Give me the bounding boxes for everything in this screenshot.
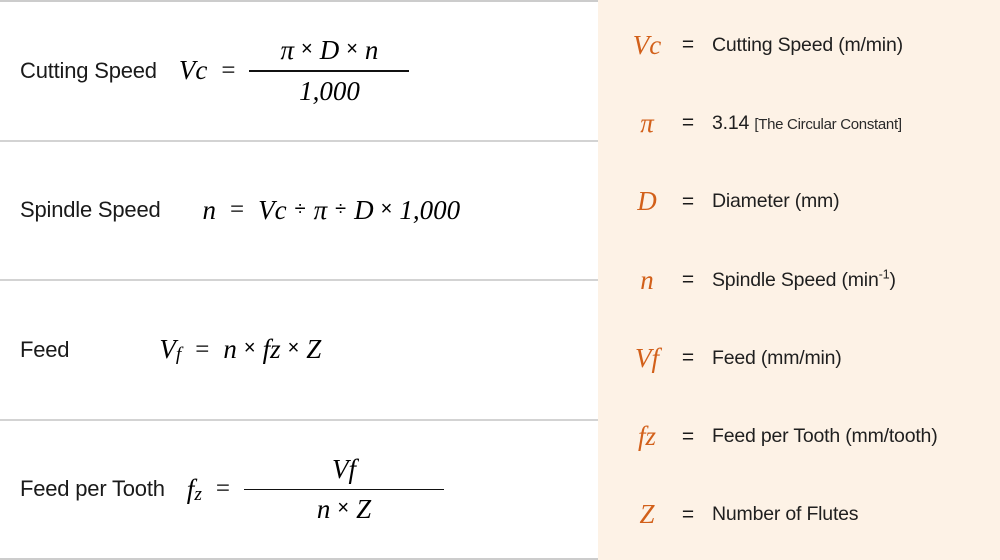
formula-label-feed-per-tooth: Feed per Tooth	[20, 476, 165, 502]
legend-description-post: )	[889, 268, 896, 291]
formula-row-cutting-speed: Cutting Speed Vc = π × D × n 1,000	[0, 2, 598, 140]
token-fz-sub: z	[194, 483, 202, 505]
legend-value: 3.14	[712, 111, 750, 134]
formula-label-spindle-speed: Spindle Speed	[20, 197, 161, 223]
token-flutes: Z	[306, 334, 322, 365]
legend-symbol: Z	[639, 499, 655, 530]
formula-lhs: Vf	[159, 334, 181, 365]
fraction-numerator: π × D × n	[264, 35, 394, 70]
formula-panel: Cutting Speed Vc = π × D × n 1,000 Spind…	[0, 0, 598, 560]
multiply-sign: ×	[380, 197, 393, 220]
legend-description: Feed per Tooth (mm/tooth)	[712, 425, 938, 448]
equals-sign: =	[681, 189, 695, 213]
legend-panel: Vc = Cutting Speed (m/min) π = 3.14 [The…	[598, 0, 1000, 560]
legend-description-pre: Spindle Speed (min	[712, 268, 879, 291]
token-diameter: D	[319, 35, 340, 65]
fraction-denominator: n × Z	[301, 490, 387, 525]
legend-description: Feed (mm/min)	[712, 346, 842, 369]
equals-sign: =	[230, 196, 245, 224]
formula-lhs: n	[202, 194, 217, 225]
equals-sign: =	[681, 424, 695, 448]
formula-expression-feed: Vf = n × fz × Z	[159, 334, 321, 365]
equals-sign: =	[221, 56, 236, 84]
token-feed-sub: f	[175, 344, 182, 366]
equals-sign: =	[681, 111, 695, 135]
token-spindle-speed: n	[316, 494, 331, 524]
legend-row-feed-per-tooth: fz = Feed per Tooth (mm/tooth)	[598, 397, 1000, 475]
multiply-sign: ×	[287, 337, 300, 360]
legend-description: Diameter (mm)	[712, 190, 840, 213]
legend-row-diameter: D = Diameter (mm)	[598, 163, 1000, 241]
milling-formula-reference: Cutting Speed Vc = π × D × n 1,000 Spind…	[0, 0, 1000, 560]
multiply-sign: ×	[337, 497, 350, 519]
formula-label-feed: Feed	[20, 336, 70, 362]
token-diameter: D	[354, 194, 374, 225]
token-thousand: 1,000	[299, 75, 360, 106]
equals-sign: =	[681, 502, 695, 526]
formula-expression-spindle-speed: n = Vc ÷ π ÷ D × 1,000	[203, 195, 461, 226]
legend-symbol: D	[637, 186, 657, 217]
legend-description: Spindle Speed (min-1)	[712, 267, 896, 292]
legend-symbol: n	[640, 264, 654, 295]
divide-sign: ÷	[294, 197, 306, 220]
legend-superscript: -1	[878, 267, 890, 281]
equals-sign: =	[681, 33, 695, 57]
token-pi: π	[280, 35, 295, 65]
fraction-denominator: 1,000	[283, 72, 376, 107]
token-pi: π	[313, 194, 328, 225]
legend-row-feed: Vf = Feed (mm/min)	[598, 319, 1000, 397]
token-flutes: Z	[356, 494, 372, 524]
equals-sign: =	[215, 475, 230, 503]
token-feed-main: V	[159, 334, 176, 365]
equals-sign: =	[681, 346, 695, 370]
legend-description: 3.14 [The Circular Constant]	[712, 112, 902, 135]
legend-row-pi: π = 3.14 [The Circular Constant]	[598, 84, 1000, 162]
formula-row-spindle-speed: Spindle Speed n = Vc ÷ π ÷ D × 1,000	[0, 142, 598, 280]
fraction: Vf n × Z	[244, 454, 444, 526]
fraction: π × D × n 1,000	[249, 35, 410, 107]
legend-row-flutes: Z = Number of Flutes	[598, 476, 1000, 554]
legend-symbol: π	[640, 107, 654, 138]
formula-lhs: fz	[187, 474, 202, 505]
legend-description: Number of Flutes	[712, 503, 859, 526]
multiply-sign: ×	[346, 38, 358, 60]
formula-row-feed-per-tooth: Feed per Tooth fz = Vf n × Z	[0, 421, 598, 559]
formula-expression-cutting-speed: Vc = π × D × n 1,000	[179, 35, 410, 107]
token-spindle-speed: n	[223, 334, 237, 365]
token-feed-per-tooth: fz	[262, 334, 281, 365]
multiply-sign: ×	[301, 38, 313, 60]
legend-symbol: Vf	[635, 342, 659, 373]
equals-sign: =	[195, 335, 210, 363]
legend-note: [The Circular Constant]	[754, 115, 902, 133]
multiply-sign: ×	[243, 337, 256, 360]
token-spindle-speed: n	[364, 35, 379, 65]
legend-description: Cutting Speed (m/min)	[712, 33, 903, 56]
formula-row-feed: Feed Vf = n × fz × Z	[0, 281, 598, 419]
formula-lhs: Vc	[178, 55, 208, 86]
token-thousand: 1,000	[399, 194, 461, 225]
legend-symbol: fz	[637, 421, 656, 452]
equals-sign: =	[681, 268, 695, 291]
token-cutting-speed: Vc	[258, 194, 287, 225]
formula-label-cutting-speed: Cutting Speed	[20, 57, 157, 83]
formula-expression-feed-per-tooth: fz = Vf n × Z	[187, 454, 444, 526]
divide-sign: ÷	[335, 197, 347, 220]
legend-row-vc: Vc = Cutting Speed (m/min)	[598, 6, 1000, 84]
token-feed: Vf	[332, 453, 356, 484]
fraction-numerator: Vf	[316, 454, 372, 489]
legend-row-spindle-speed: n = Spindle Speed (min-1)	[598, 241, 1000, 319]
legend-symbol: Vc	[632, 29, 662, 60]
